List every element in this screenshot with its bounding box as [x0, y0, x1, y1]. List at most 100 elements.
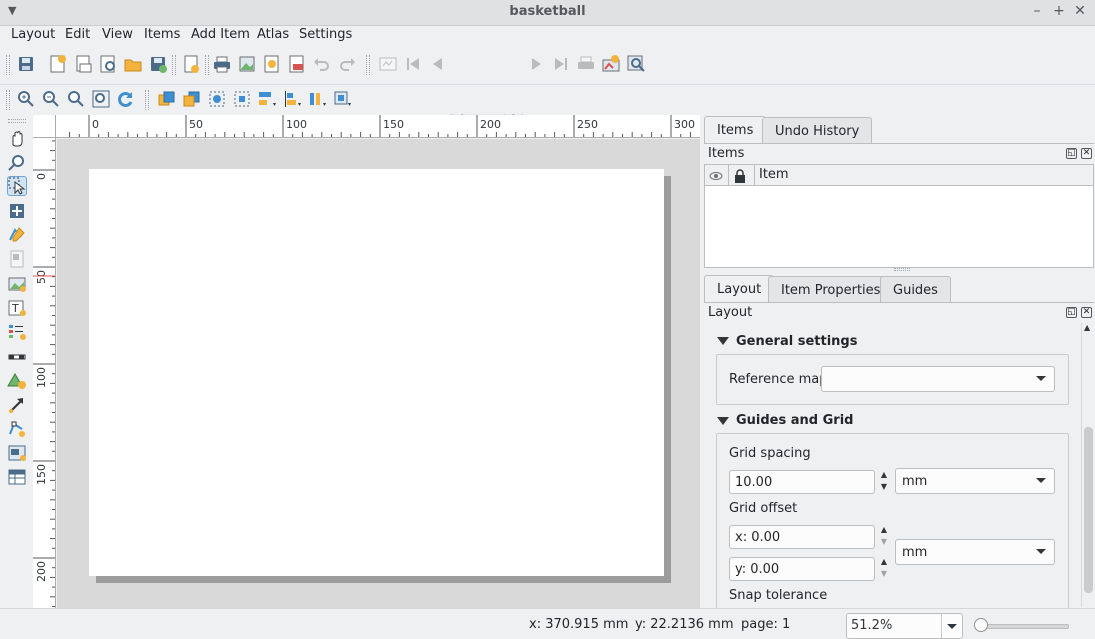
close-panel-icon[interactable]: ✕: [1081, 148, 1092, 159]
tab-items[interactable]: Items: [704, 116, 767, 144]
grid-spacing-input[interactable]: 10.00 ▲ ▼: [729, 470, 887, 494]
spin-down-icon[interactable]: ▼: [876, 537, 892, 549]
grid-spacing-unit-combo[interactable]: mm: [895, 468, 1055, 494]
add-scalebar-icon[interactable]: [7, 347, 27, 367]
lower-items-icon[interactable]: [182, 89, 202, 109]
ungroup-icon[interactable]: [232, 89, 252, 109]
grid-offset-x-input[interactable]: x: 0.00 ▲ ▼: [729, 525, 887, 549]
zoom-tool-icon[interactable]: [7, 153, 27, 173]
menu-items[interactable]: Items: [144, 27, 180, 42]
tab-undo-history[interactable]: Undo History: [762, 117, 873, 144]
toolbar-grip[interactable]: [172, 55, 176, 75]
distribute-icon[interactable]: [282, 89, 302, 109]
open-template-icon[interactable]: [123, 54, 143, 74]
tab-layout[interactable]: Layout: [704, 275, 775, 303]
add-arrow-icon[interactable]: [7, 395, 27, 415]
zoom-in-icon[interactable]: [16, 89, 36, 109]
menu-view[interactable]: View: [102, 27, 133, 42]
add-legend-icon[interactable]: [7, 322, 27, 342]
spin-down-icon[interactable]: ▼: [876, 482, 892, 494]
collapse-general-icon[interactable]: [717, 337, 729, 345]
zoom-out-icon[interactable]: [41, 89, 61, 109]
refresh-icon[interactable]: [116, 89, 136, 109]
save-icon[interactable]: [16, 54, 36, 74]
grid-offset-y-input[interactable]: y: 0.00 ▲ ▼: [729, 557, 887, 581]
resize-icon[interactable]: [307, 89, 327, 109]
save-template-icon[interactable]: [148, 54, 168, 74]
print-icon[interactable]: [212, 54, 232, 74]
scrollbar-thumb[interactable]: [1084, 427, 1093, 593]
tab-guides[interactable]: Guides: [880, 276, 951, 303]
spin-up-icon[interactable]: ▲: [876, 557, 892, 569]
add-shape-icon[interactable]: [7, 371, 27, 391]
spin-down-icon[interactable]: ▼: [876, 569, 892, 581]
toolbar-grip[interactable]: [6, 90, 10, 110]
items-tree[interactable]: Item: [704, 164, 1094, 268]
export-svg-icon[interactable]: [262, 54, 282, 74]
toolbar-grip[interactable]: [8, 119, 26, 123]
edit-nodes-icon[interactable]: [7, 225, 27, 245]
atlas-export-icon[interactable]: [601, 54, 621, 74]
add-nodes-icon[interactable]: [7, 419, 27, 439]
add-table-icon[interactable]: [7, 467, 27, 487]
export-pdf-icon[interactable]: [287, 54, 307, 74]
menu-atlas[interactable]: Atlas: [257, 27, 289, 42]
menu-layout[interactable]: Layout: [11, 27, 55, 42]
export-image-icon[interactable]: [237, 54, 257, 74]
lock-column[interactable]: [729, 165, 755, 186]
undo-icon[interactable]: [312, 54, 332, 74]
select-icon[interactable]: [7, 176, 27, 196]
layout-page[interactable]: [89, 169, 664, 576]
add-picture-icon[interactable]: [7, 274, 27, 294]
raise-items-icon[interactable]: [157, 89, 177, 109]
general-settings-heading[interactable]: General settings: [736, 334, 857, 349]
menu-edit[interactable]: Edit: [65, 27, 90, 42]
pan-icon[interactable]: [7, 129, 27, 149]
last-feature-icon[interactable]: [551, 54, 571, 74]
scroll-up-icon[interactable]: ▲: [1084, 323, 1090, 332]
redo-icon[interactable]: [337, 54, 357, 74]
float-panel-icon[interactable]: ◱: [1066, 148, 1077, 159]
reference-map-combo[interactable]: [821, 366, 1055, 392]
atlas-print-icon[interactable]: [576, 54, 596, 74]
previous-feature-icon[interactable]: [428, 54, 448, 74]
lock-icon[interactable]: [332, 89, 352, 109]
toolbar-grip[interactable]: [205, 55, 209, 75]
menu-settings[interactable]: Settings: [299, 27, 352, 42]
close-icon[interactable]: ✕: [1071, 3, 1089, 19]
collapse-guides-icon[interactable]: [717, 417, 729, 425]
guides-grid-heading[interactable]: Guides and Grid: [736, 413, 853, 428]
maximize-icon[interactable]: +: [1050, 3, 1068, 19]
add-label-icon[interactable]: T: [7, 298, 27, 318]
zoom-slider-track[interactable]: [975, 624, 1069, 629]
align-icon[interactable]: [257, 89, 277, 109]
spin-up-icon[interactable]: ▲: [876, 525, 892, 537]
duplicate-layout-icon[interactable]: [73, 54, 93, 74]
vertical-ruler[interactable]: 0 50 100 150 200: [33, 138, 56, 608]
item-column-header[interactable]: Item: [755, 165, 1093, 186]
close-panel-icon[interactable]: ✕: [1081, 307, 1092, 318]
grid-offset-unit-combo[interactable]: mm: [895, 539, 1055, 565]
zoom-full-icon[interactable]: [91, 89, 111, 109]
toolbar-grip[interactable]: [6, 55, 10, 75]
menu-add-item[interactable]: Add Item: [191, 27, 250, 42]
add-page-icon[interactable]: [181, 54, 201, 74]
move-content-icon[interactable]: [7, 201, 27, 221]
tab-item-properties[interactable]: Item Properties: [768, 276, 894, 303]
layout-manager-icon[interactable]: [98, 54, 118, 74]
toolbar-grip[interactable]: [145, 90, 149, 110]
add-map-icon[interactable]: [7, 249, 27, 269]
zoom-slider-handle[interactable]: [974, 618, 988, 632]
new-layout-icon[interactable]: [48, 54, 68, 74]
horizontal-ruler[interactable]: 0 50 100 150 200 250 300: [56, 115, 700, 138]
zoom-combo[interactable]: 51.2%: [846, 613, 963, 639]
spin-up-icon[interactable]: ▲: [876, 470, 892, 482]
layout-panel-scrollbar[interactable]: ▲: [1081, 323, 1094, 607]
visibility-column[interactable]: [705, 165, 729, 186]
panel-splitter[interactable]: [894, 268, 910, 271]
atlas-settings-icon[interactable]: [626, 54, 646, 74]
zoom-actual-icon[interactable]: [66, 89, 86, 109]
float-panel-icon[interactable]: ◱: [1066, 307, 1077, 318]
minimize-icon[interactable]: –: [1028, 3, 1046, 19]
group-icon[interactable]: [207, 89, 227, 109]
